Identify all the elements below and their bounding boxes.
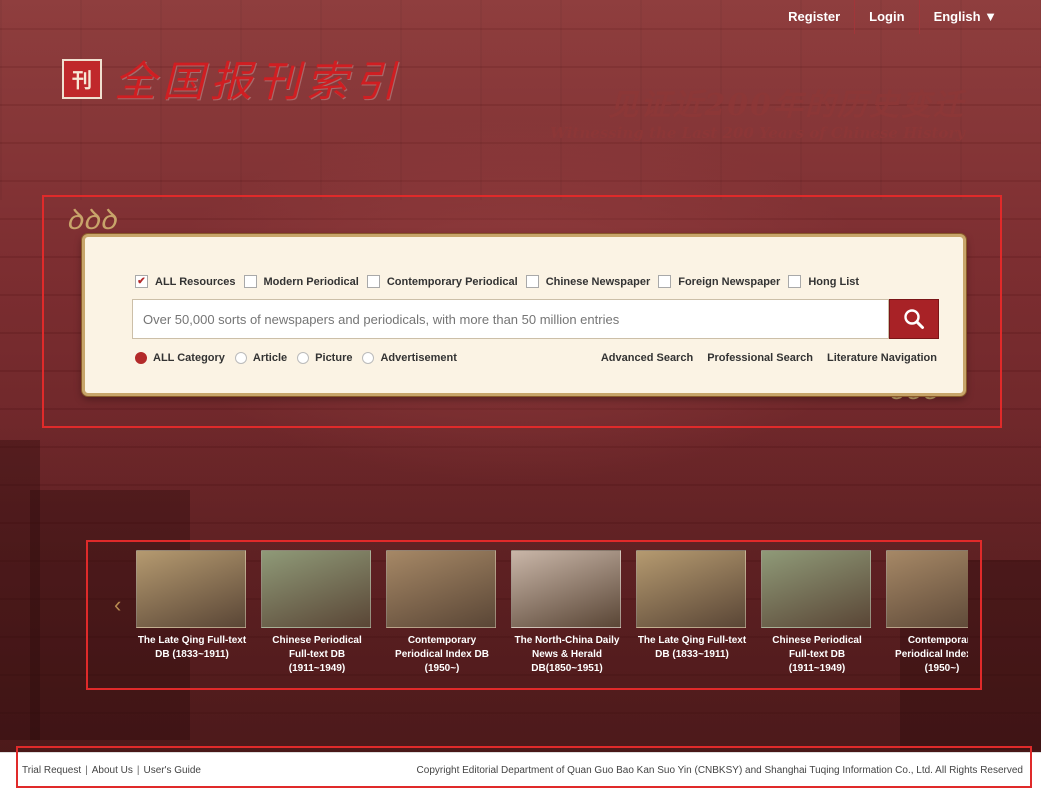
search-links: Advanced Search Professional Search Lite… [587,352,937,364]
checkbox-checked-icon[interactable]: ✔ [135,275,148,288]
footer-highlight [16,746,1032,788]
radio-icon[interactable] [297,352,310,364]
radio-icon[interactable] [362,352,375,364]
resource-checkbox-hong-list[interactable]: Hong List [788,275,859,288]
site-logo[interactable]: 刊 全国报刊索引 [62,48,402,109]
card-title: The Late Qing Full-text DB (1833~1911) [137,635,247,660]
carousel-card[interactable]: The North-China Daily News & Herald DB(1… [511,550,623,676]
checkbox-icon[interactable] [366,275,380,288]
category-label: Advertisement [380,352,457,364]
login-link[interactable]: Login [854,0,918,34]
category-label: Picture [315,352,353,364]
search-icon [904,309,924,329]
carousel-track: The Late Qing Full-text DB (1833~1911) C… [136,550,968,690]
resource-checkbox-contemporary-periodical[interactable]: Contemporary Periodical [366,275,518,288]
card-title: The North-China Daily News & Herald DB(1… [514,635,620,674]
resource-type-filters: ✔ ALL Resources Modern Periodical Contem… [135,275,867,288]
resource-label: Hong List [808,275,860,288]
logo-text: 全国报刊索引 [114,57,403,106]
carousel-card[interactable]: The Late Qing Full-text DB (1833~1911) [636,550,748,662]
card-thumbnail [636,550,746,628]
carousel-card[interactable]: Contemporary Periodical Index DB (1950~) [886,550,968,676]
carousel-card[interactable]: The Late Qing Full-text DB (1833~1911) [136,550,248,662]
register-link[interactable]: Register [774,0,854,34]
logo-seal-icon: 刊 [62,58,102,99]
top-nav: Register Login English ▼ [774,0,1011,34]
tagline-english: Witnessing the Last 200 Years of Chinese… [550,124,965,142]
category-filters: ALL Category Article Picture Advertiseme… [135,352,467,364]
card-thumbnail [136,550,246,628]
resource-checkbox-all[interactable]: ✔ ALL Resources [135,275,236,288]
category-radio-advertisement[interactable]: Advertisement [362,352,457,364]
checkbox-icon[interactable] [788,275,802,288]
resource-label: ALL Resources [155,275,236,288]
resource-checkbox-foreign-newspaper[interactable]: Foreign Newspaper [658,275,780,288]
tagline-chinese: 见证近200年的历史变迁 [608,88,965,123]
checkbox-icon[interactable] [525,275,539,288]
resource-label: Modern Periodical [263,275,359,288]
carousel-card[interactable]: Chinese Periodical Full-text DB (1911~19… [261,550,373,676]
card-thumbnail [761,550,871,628]
category-label: Article [252,352,288,364]
card-title: The Late Qing Full-text DB (1833~1911) [637,635,747,660]
resource-label: Chinese Newspaper [545,275,651,288]
checkbox-icon[interactable] [658,275,672,288]
tagline: 见证近200年的历史变迁 Witnessing the Last 200 Yea… [550,80,965,142]
resource-label: Contemporary Periodical [386,275,518,288]
category-radio-picture[interactable]: Picture [297,352,352,364]
card-thumbnail [261,550,371,628]
database-carousel: ‹ › The Late Qing Full-text DB (1833~191… [86,540,982,690]
professional-search-link[interactable]: Professional Search [707,352,813,364]
card-title: Contemporary Periodical Index DB (1950~) [395,635,489,674]
search-input[interactable] [132,299,889,339]
card-title: Chinese Periodical Full-text DB (1911~19… [272,635,362,674]
search-button[interactable] [889,299,939,339]
category-radio-article[interactable]: Article [234,352,288,364]
category-radio-all[interactable]: ALL Category [135,352,225,364]
card-thumbnail [511,550,621,628]
advanced-search-link[interactable]: Advanced Search [601,352,693,364]
carousel-prev-icon[interactable]: ‹ [114,592,121,618]
card-title: Chinese Periodical Full-text DB (1911~19… [772,635,862,674]
ornament-swirl-icon: ꝺꝺꝺ [66,203,117,236]
card-thumbnail [886,550,968,628]
resource-checkbox-chinese-newspaper[interactable]: Chinese Newspaper [525,275,651,288]
checkbox-icon[interactable] [243,275,257,288]
carousel-card[interactable]: Contemporary Periodical Index DB (1950~) [386,550,498,676]
radio-selected-icon[interactable] [135,352,147,364]
search-panel: ✔ ALL Resources Modern Periodical Contem… [82,234,966,396]
carousel-card[interactable]: Chinese Periodical Full-text DB (1911~19… [761,550,873,676]
category-label: ALL Category [153,352,225,364]
card-title: Contemporary Periodical Index DB (1950~) [895,635,968,674]
resource-checkbox-modern-periodical[interactable]: Modern Periodical [243,275,359,288]
literature-navigation-link[interactable]: Literature Navigation [827,352,937,364]
radio-icon[interactable] [234,352,247,364]
card-thumbnail [386,550,496,628]
language-dropdown[interactable]: English ▼ [918,0,1011,34]
resource-label: Foreign Newspaper [678,275,781,288]
